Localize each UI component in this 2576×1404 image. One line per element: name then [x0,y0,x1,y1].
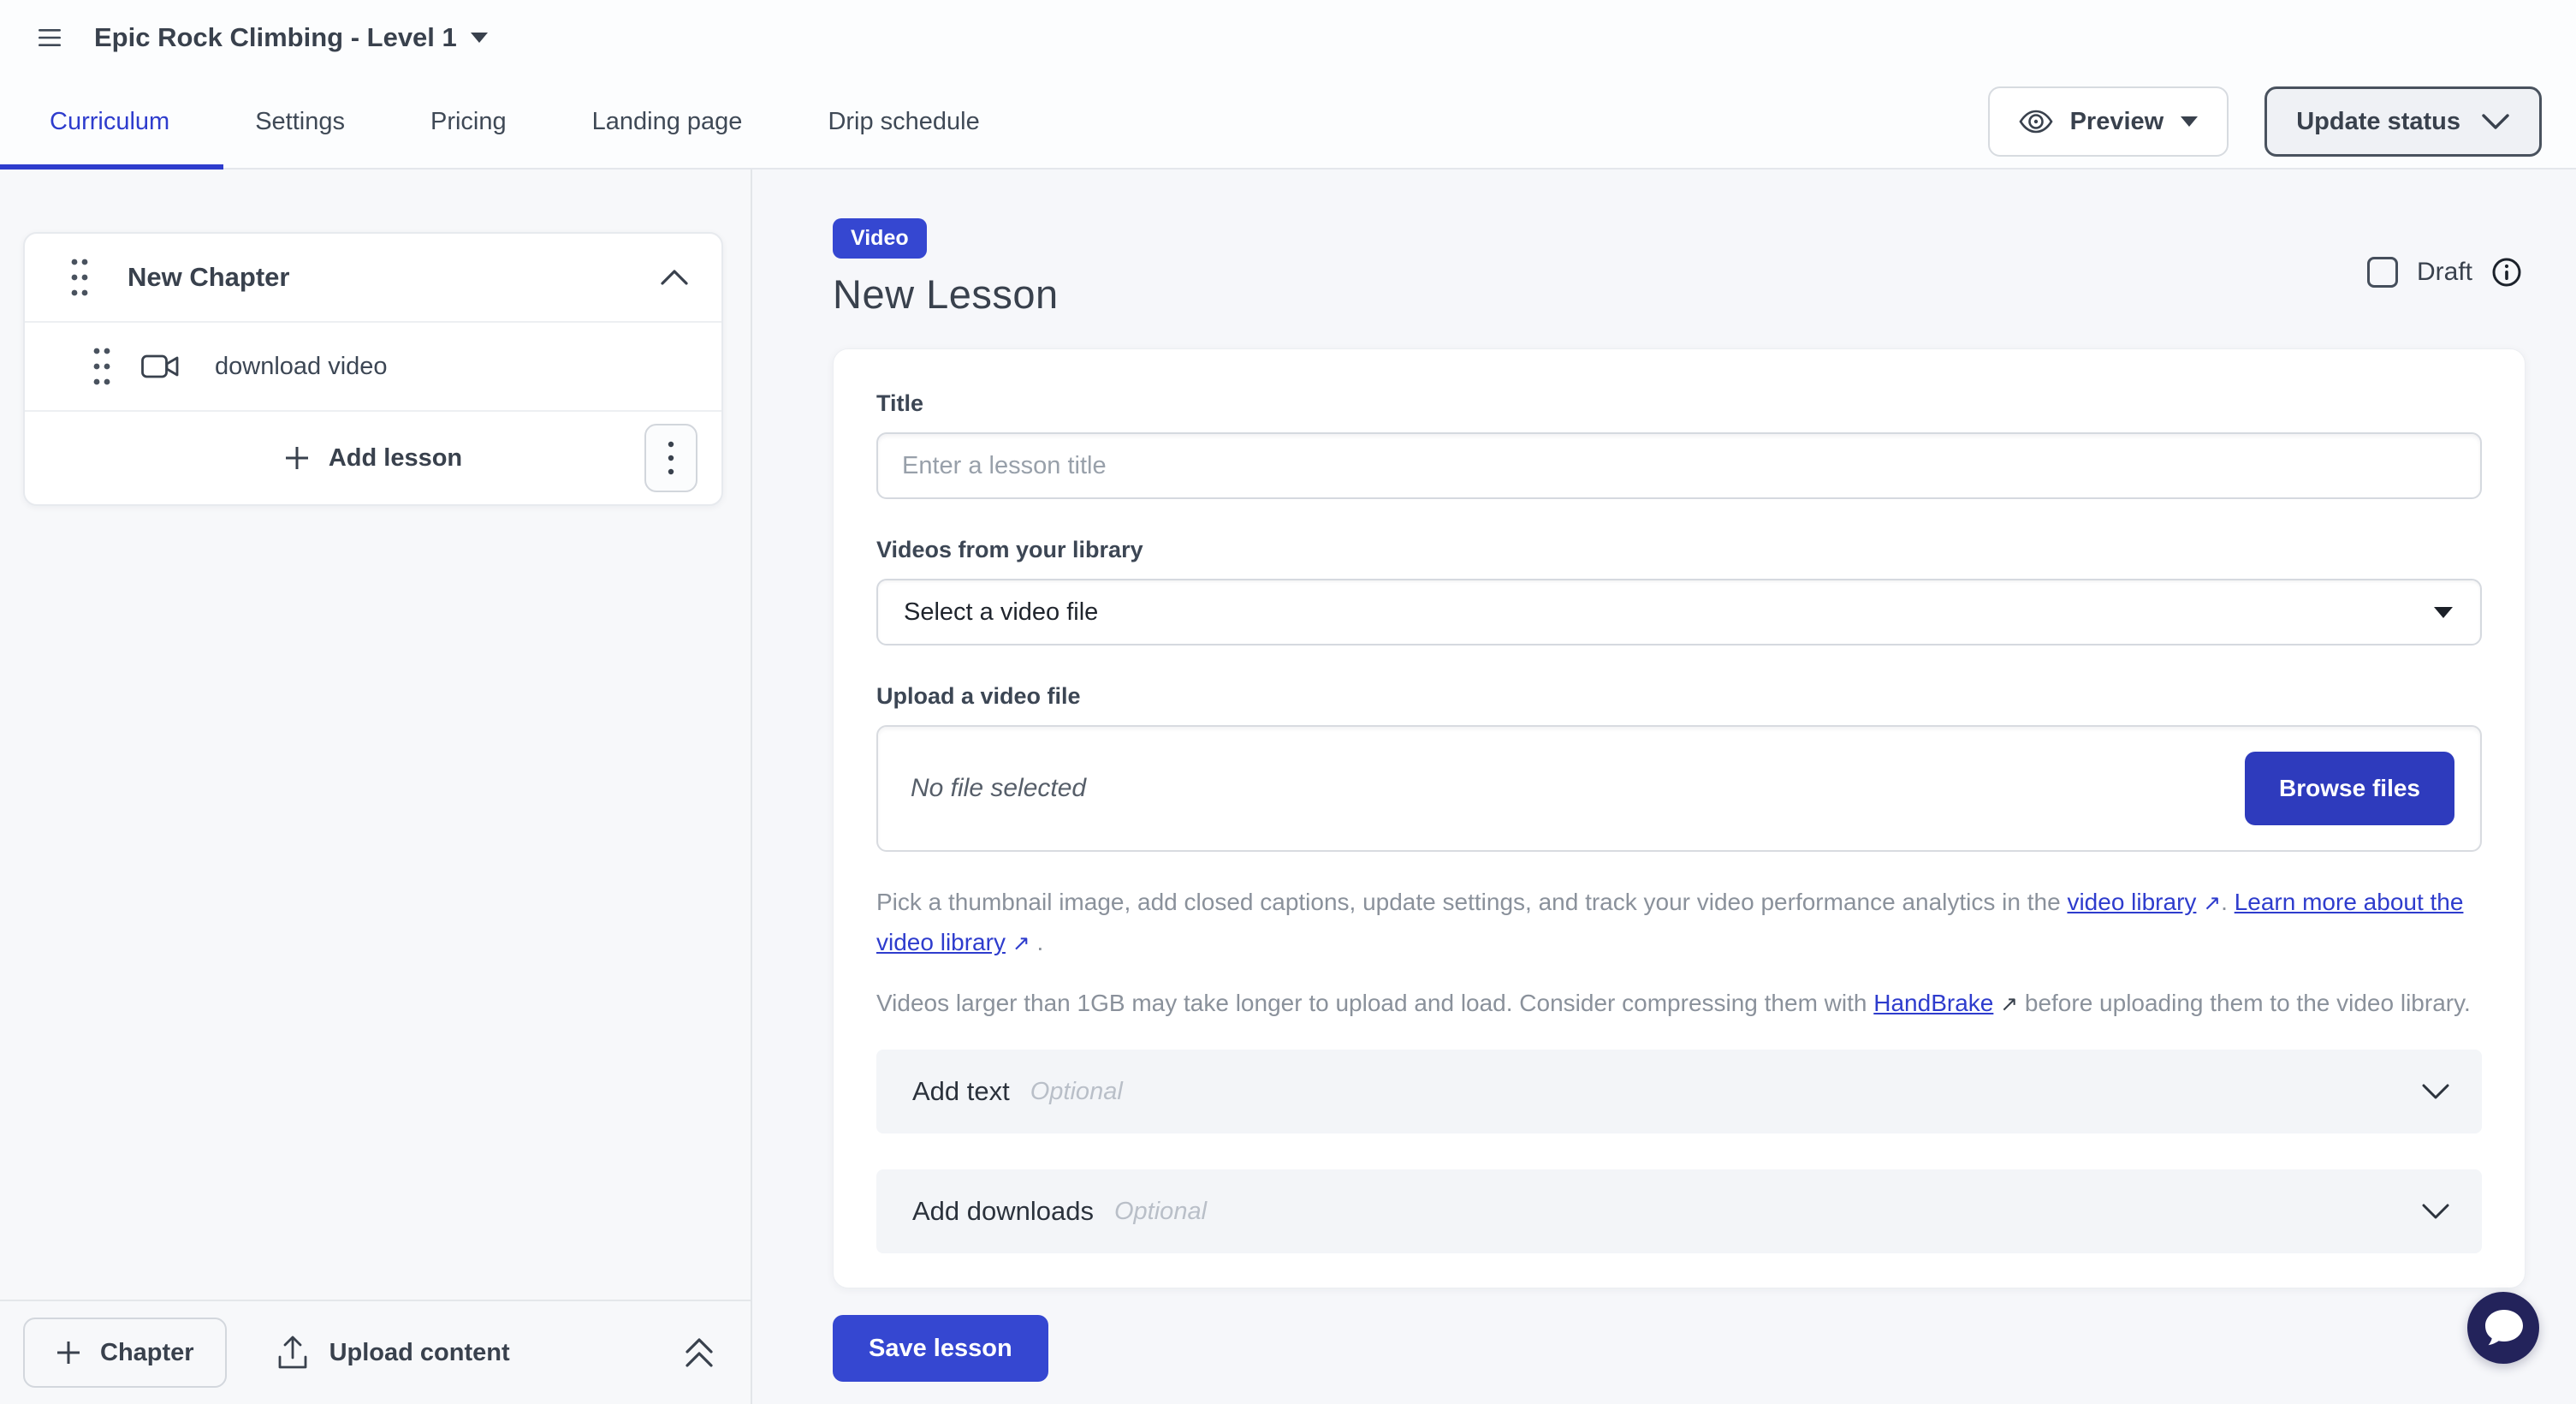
title-label: Title [876,390,2482,417]
title-field: Title [876,390,2482,499]
preview-button[interactable]: Preview [1988,86,2229,157]
course-title: Epic Rock Climbing - Level 1 [94,22,457,53]
info-icon [2491,257,2522,288]
chat-launcher-button[interactable] [2467,1292,2539,1364]
double-chevron-up-icon [684,1336,715,1369]
header: Epic Rock Climbing - Level 1 Curriculum … [0,0,2576,170]
no-file-text: No file selected [911,774,1086,803]
upload-label: Upload a video file [876,683,2482,710]
chevron-down-icon [2481,113,2510,130]
caret-down-icon [471,33,488,43]
help-text-file-size: Videos larger than 1GB may take longer t… [876,984,2482,1024]
tab-landing-page[interactable]: Landing page [592,108,743,136]
draft-label: Draft [2417,258,2472,287]
optional-label: Optional [1114,1198,1207,1226]
lesson-item[interactable]: download video [25,323,721,412]
upload-field: Upload a video file No file selected Bro… [876,683,2482,852]
video-camera-icon [141,353,181,380]
lesson-editor: Video New Lesson Draft Title [752,170,2576,1404]
upload-content-label: Upload content [329,1339,510,1367]
upload-icon [276,1335,309,1371]
add-chapter-label: Chapter [100,1339,194,1367]
draft-toggle-row: Draft [2367,257,2522,288]
sidebar-footer: Chapter Upload content [0,1300,751,1404]
handbrake-link[interactable]: HandBrake [1873,990,1993,1016]
help-text: Videos larger than 1GB may take longer t… [876,990,1873,1016]
tab-settings[interactable]: Settings [255,108,345,136]
help-text: before uploading them to the video libra… [2018,990,2471,1016]
title-input[interactable] [876,432,2482,499]
optional-label: Optional [1030,1078,1123,1106]
video-select-value: Select a video file [904,598,1098,627]
external-link-icon: ↗ [2000,985,2018,1024]
add-lesson-label: Add lesson [329,444,462,473]
chevron-down-icon [2422,1084,2449,1099]
tab-drip-schedule[interactable]: Drip schedule [828,108,979,136]
tab-curriculum[interactable]: Curriculum [50,108,169,136]
library-field: Videos from your library Select a video … [876,537,2482,645]
library-label: Videos from your library [876,537,2482,563]
collapse-panel-button[interactable] [684,1336,715,1369]
drag-handle-icon[interactable] [71,258,88,297]
chapter-header[interactable]: New Chapter [25,234,721,323]
add-text-accordion[interactable]: Add text Optional [876,1050,2482,1133]
upload-content-button[interactable]: Upload content [276,1335,510,1371]
upload-dropzone[interactable]: No file selected Browse files [876,725,2482,852]
course-switcher[interactable]: Epic Rock Climbing - Level 1 [94,22,488,53]
update-status-button[interactable]: Update status [2264,86,2542,157]
external-link-icon: ↗ [1012,925,1030,963]
tab-bar: Curriculum Settings Pricing Landing page… [0,75,2576,168]
help-text-video-library: Pick a thumbnail image, add closed capti… [876,883,2482,963]
hamburger-menu-button[interactable] [31,19,68,57]
body-row: New Chapter download video [0,170,2576,1404]
draft-info-button[interactable] [2491,257,2522,288]
chapter-card-footer: Add lesson [25,412,721,504]
add-text-label: Add text [912,1076,1010,1107]
select-caret-icon [2434,607,2453,618]
kebab-menu-button[interactable] [644,424,697,492]
curriculum-sidebar: New Chapter download video [0,170,752,1404]
lesson-form-card: Title Videos from your library Select a … [833,348,2526,1288]
add-chapter-button[interactable]: Chapter [23,1318,227,1388]
tab-pricing[interactable]: Pricing [430,108,507,136]
video-library-link-label: video library [2067,889,2196,915]
add-lesson-button[interactable]: Add lesson [284,444,462,473]
preview-label: Preview [2070,108,2164,136]
chat-bubble-icon [2481,1306,2526,1349]
active-tab-underline [0,164,223,170]
video-badge: Video [833,218,927,259]
header-actions: Preview Update status [1988,86,2542,157]
eye-icon [2019,110,2053,134]
save-lesson-button[interactable]: Save lesson [833,1315,1048,1382]
lesson-title: download video [215,353,388,381]
add-downloads-accordion[interactable]: Add downloads Optional [876,1169,2482,1253]
handbrake-link-label: HandBrake [1873,990,1993,1016]
plus-icon [56,1340,81,1365]
video-select[interactable]: Select a video file [876,579,2482,645]
topbar: Epic Rock Climbing - Level 1 [0,0,2576,75]
plus-icon [284,445,310,471]
drag-handle-icon[interactable] [93,347,110,386]
update-status-label: Update status [2296,108,2460,136]
help-text: Pick a thumbnail image, add closed capti… [876,889,2067,915]
lesson-heading: New Lesson [833,271,2576,318]
chapter-card: New Chapter download video [23,232,723,506]
chapter-title: New Chapter [128,262,660,293]
hamburger-icon [39,29,61,46]
chevron-up-icon[interactable] [660,269,689,286]
help-text: . [1030,929,1044,955]
draft-checkbox[interactable] [2367,257,2398,288]
add-downloads-label: Add downloads [912,1196,1094,1227]
app-root: Epic Rock Climbing - Level 1 Curriculum … [0,0,2576,1404]
video-library-link[interactable]: video library ↗ [2067,889,2221,915]
caret-down-icon [2181,116,2198,127]
browse-files-button[interactable]: Browse files [2245,752,2454,825]
chevron-down-icon [2422,1204,2449,1219]
help-text: . [2221,889,2235,915]
external-link-icon: ↗ [2203,884,2221,923]
kebab-icon [668,441,674,475]
